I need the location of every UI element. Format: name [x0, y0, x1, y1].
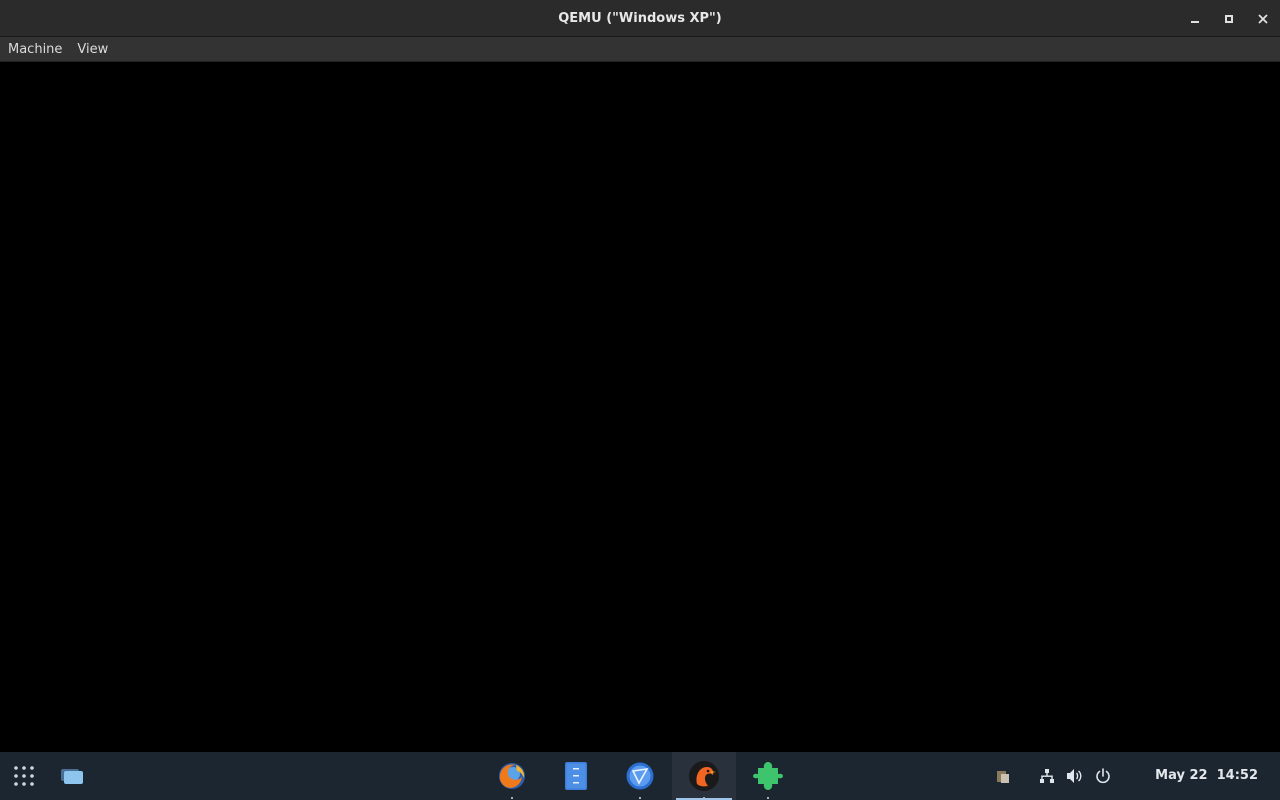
taskbar: May 22 14:52: [0, 752, 1280, 800]
clock[interactable]: May 22 14:52: [1117, 752, 1280, 800]
running-indicator: [703, 797, 705, 799]
app-qemu[interactable]: [672, 752, 736, 800]
app-grid-button[interactable]: [0, 752, 48, 800]
app-text-editor[interactable]: [544, 752, 608, 800]
running-indicator: [639, 797, 641, 799]
qemu-icon: [689, 761, 719, 791]
clipboard-icon: [997, 771, 1010, 783]
minimize-icon: [1191, 20, 1199, 23]
menu-view[interactable]: View: [71, 37, 114, 62]
close-icon: [1258, 13, 1268, 24]
app-web-browser[interactable]: [608, 752, 672, 800]
volume-icon: [1067, 769, 1082, 783]
clock-time: 14:52: [1216, 768, 1258, 783]
web-browser-icon: [626, 762, 654, 790]
text-editor-icon: [565, 762, 587, 790]
network-icon: [1040, 769, 1055, 783]
volume-button[interactable]: [1061, 752, 1089, 800]
app-grid-icon: [14, 766, 34, 786]
maximize-icon: [1225, 14, 1233, 23]
window-controls: [1178, 0, 1280, 37]
close-button[interactable]: [1246, 0, 1280, 37]
window-titlebar[interactable]: QEMU ("Windows XP"): [0, 0, 1280, 37]
clipboard-button[interactable]: [989, 752, 1017, 800]
running-indicator: [511, 797, 513, 799]
extension-puzzle-icon: [753, 762, 783, 790]
minimize-button[interactable]: [1178, 0, 1212, 37]
app-extensions[interactable]: [736, 752, 800, 800]
menu-machine[interactable]: Machine: [2, 37, 68, 62]
show-desktop-icon: [61, 769, 83, 784]
menubar: Machine View: [0, 37, 1280, 62]
show-desktop-button[interactable]: [48, 752, 96, 800]
power-icon: [1096, 768, 1110, 784]
power-button[interactable]: [1089, 752, 1117, 800]
system-tray: May 22 14:52: [989, 752, 1280, 800]
running-indicator: [767, 797, 769, 799]
vm-display[interactable]: [0, 62, 1280, 752]
taskbar-left: [0, 752, 96, 800]
taskbar-apps: [480, 752, 800, 800]
window-title: QEMU ("Windows XP"): [558, 10, 722, 26]
clock-date: May 22: [1155, 768, 1208, 783]
maximize-button[interactable]: [1212, 0, 1246, 37]
app-firefox[interactable]: [480, 752, 544, 800]
network-button[interactable]: [1033, 752, 1061, 800]
firefox-icon: [499, 763, 525, 789]
